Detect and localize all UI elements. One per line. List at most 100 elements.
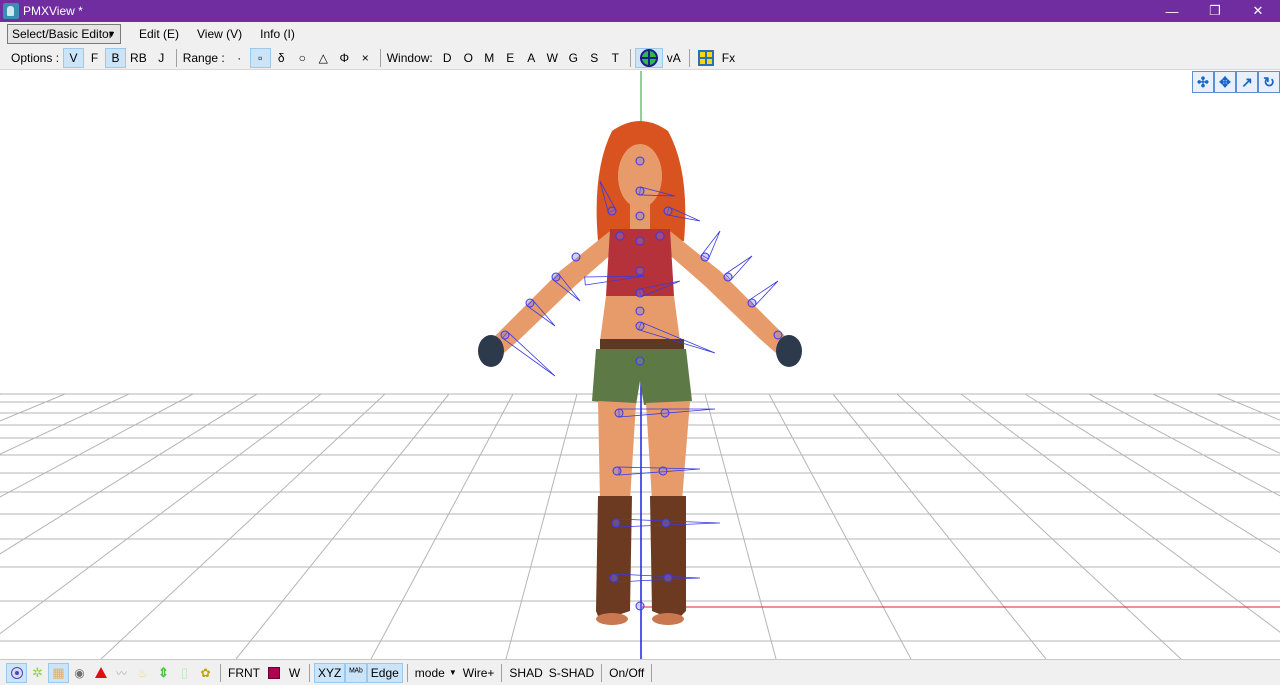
bone-joint — [655, 231, 665, 241]
window-e-button[interactable]: E — [500, 48, 521, 68]
bone-joint — [635, 236, 645, 246]
bone-joint — [663, 573, 673, 583]
grid-line — [1152, 393, 1280, 454]
triangle-icon[interactable] — [90, 663, 111, 683]
range-circle-button[interactable]: ○ — [292, 48, 313, 68]
scene-canvas[interactable] — [0, 71, 1280, 659]
bone-joint — [773, 330, 783, 340]
window-s-button[interactable]: S — [584, 48, 605, 68]
range-rect-button[interactable]: ▫ — [249, 47, 271, 68]
bone-joint — [635, 211, 645, 221]
fx-button[interactable]: Fx — [718, 48, 739, 68]
bone-joint — [611, 518, 621, 528]
menu-edit[interactable]: Edit (E) — [137, 25, 181, 43]
editor-mode-select[interactable]: Select/Basic Editor ▼ — [7, 24, 121, 44]
move-icon[interactable]: ✥ — [1214, 71, 1236, 93]
color-swatch-button[interactable] — [263, 663, 284, 683]
3d-viewport[interactable]: ✣ ✥ ↗ ↻ — [0, 71, 1280, 659]
bone-joint — [663, 206, 673, 216]
grid-line — [1024, 393, 1280, 554]
select-dot-icon[interactable] — [6, 662, 27, 683]
left-arm-shape — [485, 231, 615, 361]
grid-line — [0, 393, 66, 422]
grid-toggle-button[interactable] — [694, 48, 718, 68]
minimize-button[interactable]: — — [1152, 0, 1192, 22]
va-button[interactable]: vA — [663, 48, 685, 68]
grid-line — [0, 393, 194, 498]
front-view-button[interactable]: FRNT — [225, 663, 263, 683]
toolbar-separator — [379, 48, 381, 67]
bone-joint — [700, 252, 710, 262]
wire-button[interactable]: Wire+ — [460, 663, 498, 683]
range-point-button[interactable]: · — [229, 48, 250, 68]
options-label: Options : — [11, 50, 60, 65]
abdomen-shape — [600, 296, 680, 341]
local-axis-button[interactable] — [634, 47, 663, 68]
range-phi-button[interactable]: Φ — [334, 48, 355, 68]
option-j-button[interactable]: J — [151, 48, 172, 68]
status-bar: ✲ ▦ ◉ 〰 ♨ ⇕ ▯ ✿ FRNT W XYZ ᴹᴬᵇ Edge mode… — [0, 659, 1280, 685]
right-boot-shape — [650, 496, 686, 621]
grid-line — [370, 393, 514, 659]
range-clear-button[interactable]: × — [355, 48, 376, 68]
xyz-button[interactable]: XYZ — [314, 662, 346, 683]
status-separator — [220, 663, 221, 682]
range-triangle-button[interactable]: △ — [313, 48, 334, 68]
mode-dropdown[interactable]: mode ▼ — [412, 663, 460, 683]
bone-joint — [635, 186, 645, 196]
bone-joint — [660, 408, 670, 418]
joint-icon[interactable]: ✿ — [195, 663, 216, 683]
belt-shape — [600, 339, 684, 349]
grid-line — [0, 393, 2, 395]
bone-joint — [614, 408, 624, 418]
toolbar-separator — [688, 48, 690, 67]
bone-joint — [551, 272, 561, 282]
wave-icon[interactable]: 〰 — [111, 663, 132, 683]
range-delta-button[interactable]: δ — [271, 48, 292, 68]
bone-joint — [635, 356, 645, 366]
grid-line — [960, 393, 1280, 633]
option-b-button[interactable]: B — [105, 47, 127, 68]
shad-button[interactable]: SHAD — [506, 663, 545, 683]
pan-icon[interactable]: ✣ — [1192, 71, 1214, 93]
mab-button[interactable]: ᴹᴬᵇ — [345, 662, 367, 683]
target-icon — [639, 48, 658, 67]
bone-joint — [500, 330, 510, 340]
window-w-button[interactable]: W — [542, 48, 563, 68]
range-label: Range : — [182, 50, 225, 65]
window-m-button[interactable]: M — [479, 48, 500, 68]
grid-line — [0, 393, 258, 555]
edge-button[interactable]: Edge — [366, 662, 403, 683]
window-g-button[interactable]: G — [563, 48, 584, 68]
bone-joint — [571, 252, 581, 262]
grid-line — [1216, 393, 1280, 421]
right-glove-shape — [776, 335, 802, 367]
w-button[interactable]: W — [284, 663, 305, 683]
arrow-icon[interactable]: ⇕ — [153, 663, 174, 683]
rotate-icon[interactable]: ↻ — [1258, 71, 1280, 93]
onoff-button[interactable]: On/Off — [606, 663, 647, 683]
status-separator — [406, 663, 408, 682]
option-rb-button[interactable]: RB — [126, 48, 151, 68]
window-d-button[interactable]: D — [437, 48, 458, 68]
option-f-button[interactable]: F — [84, 48, 105, 68]
menu-info[interactable]: Info (I) — [258, 25, 297, 43]
restore-button[interactable]: ❐ — [1195, 0, 1235, 22]
zoom-icon[interactable]: ↗ — [1236, 71, 1258, 93]
window-a-button[interactable]: A — [521, 48, 542, 68]
cylinder-icon[interactable]: ▯ — [174, 663, 195, 683]
close-button[interactable]: ✕ — [1238, 0, 1278, 22]
face-icon[interactable]: ▦ — [48, 662, 69, 683]
window-t-button[interactable]: T — [605, 48, 626, 68]
sshad-button[interactable]: S-SHAD — [546, 663, 597, 683]
bone-joint — [612, 466, 622, 476]
window-o-button[interactable]: O — [458, 48, 479, 68]
bone-joint — [635, 288, 645, 298]
point-icon[interactable]: ◉ — [69, 663, 90, 683]
toolbar-separator — [629, 48, 631, 67]
menu-view[interactable]: View (V) — [195, 25, 244, 43]
option-v-button[interactable]: V — [63, 47, 85, 68]
bone-joint — [747, 298, 757, 308]
morph-icon[interactable]: ♨ — [132, 663, 153, 683]
vertex-icon[interactable]: ✲ — [27, 663, 48, 683]
